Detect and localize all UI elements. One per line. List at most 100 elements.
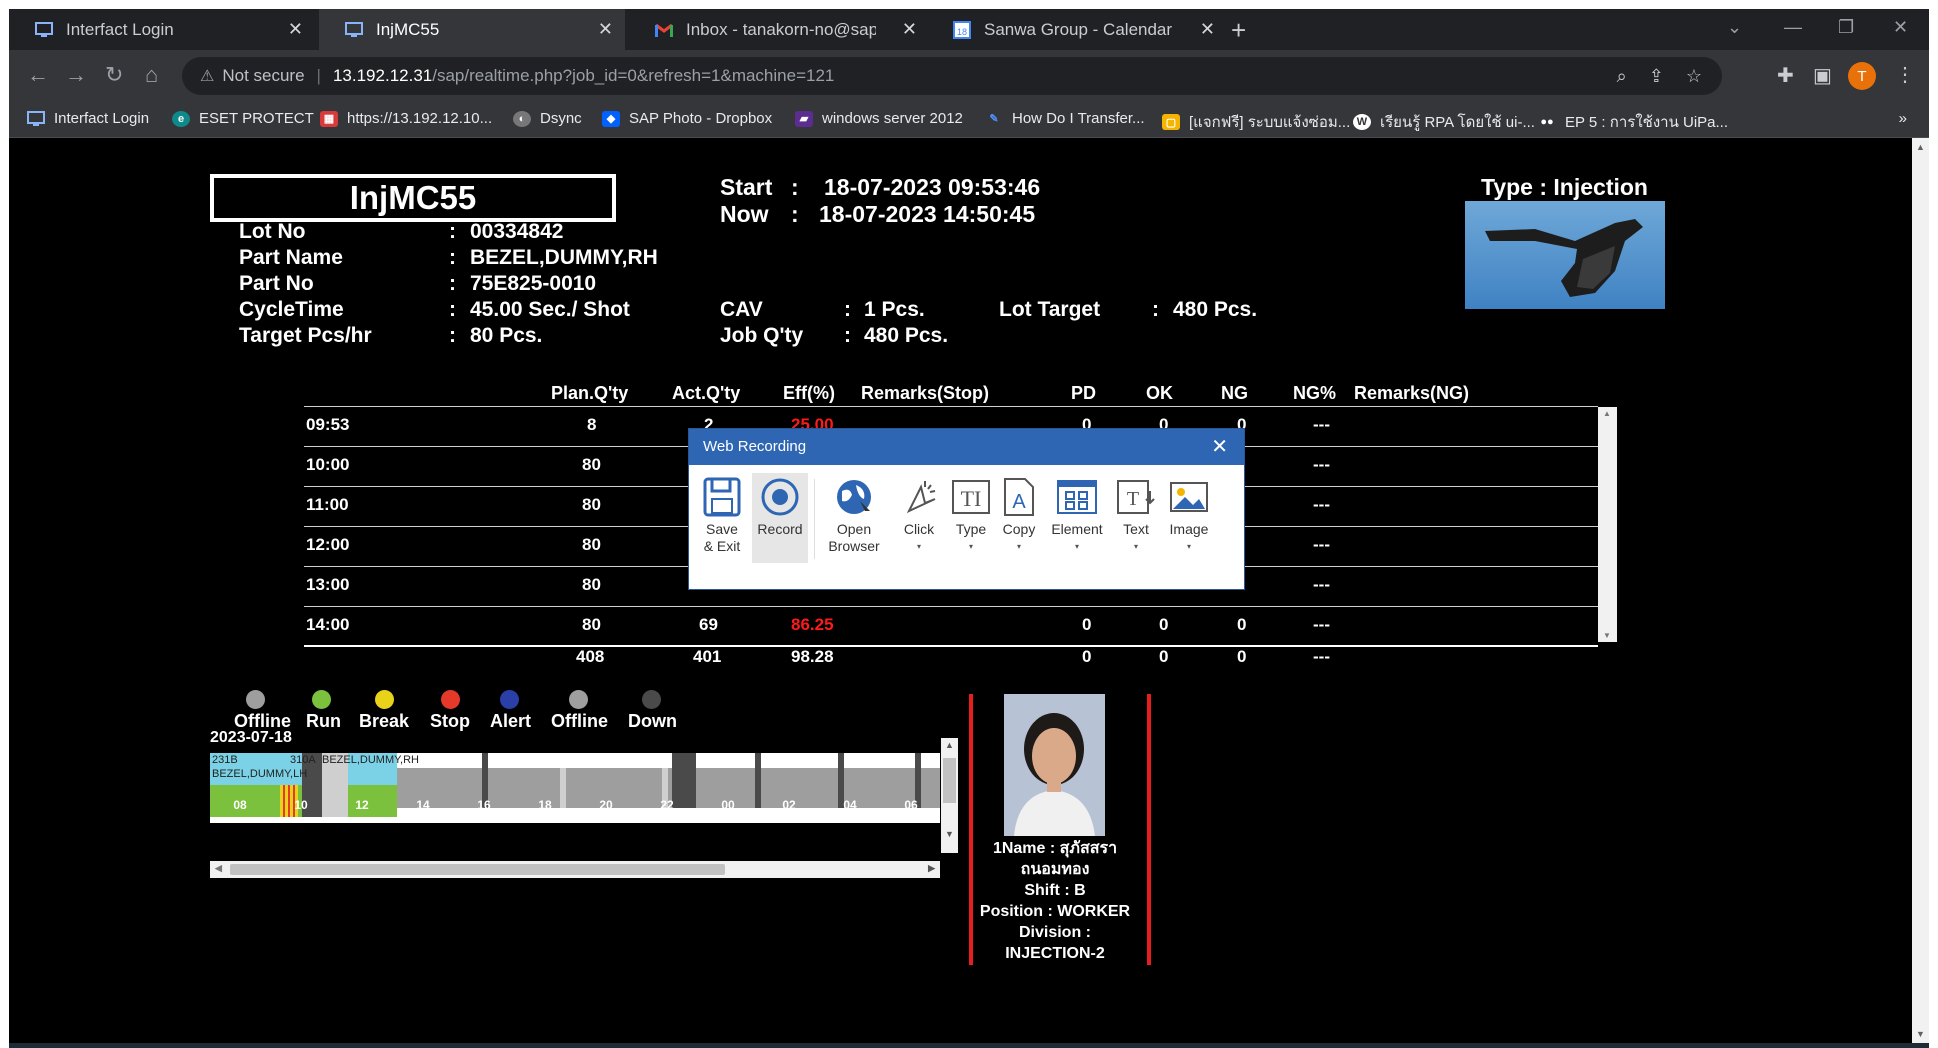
scroll-down-icon[interactable]: ▼ [1916, 1029, 1925, 1039]
bookmark-label: เรียนรู้ RPA โดยใช้ ui-... [1380, 114, 1535, 131]
timeline-date: 2023-07-18 [210, 729, 292, 746]
bookmark-item[interactable]: e ESET PROTECT [172, 110, 314, 127]
scroll-up-icon[interactable]: ▲ [1603, 409, 1611, 418]
restore-button[interactable]: ❐ [1838, 17, 1854, 38]
type-text-icon: TI [951, 473, 991, 517]
chevron-down-icon[interactable]: ▾ [1164, 538, 1214, 555]
close-tab-icon[interactable]: ✕ [902, 19, 917, 40]
tab-search-icon[interactable]: ⌄ [1727, 17, 1742, 38]
star-icon[interactable]: ☆ [1686, 66, 1702, 87]
close-window-button[interactable]: ✕ [1893, 17, 1908, 38]
home-icon[interactable]: ⌂ [145, 62, 158, 88]
offline-segment [560, 768, 566, 808]
more-bookmarks-button[interactable]: » [1899, 110, 1907, 127]
minimize-button[interactable]: — [1784, 17, 1802, 38]
scroll-thumb[interactable] [230, 864, 725, 875]
stop-dot [441, 690, 460, 709]
scroll-left-icon[interactable]: ◀ [215, 863, 222, 874]
bookmark-item[interactable]: W เรียนรู้ RPA โดยใช้ ui-... [1353, 110, 1535, 134]
scroll-down-icon[interactable]: ▼ [1603, 631, 1611, 640]
part-no-colon: : [449, 272, 456, 295]
profile-avatar[interactable]: T [1848, 62, 1876, 90]
page-bottom-bar [9, 1043, 1929, 1048]
windows-server-icon: ▰ [795, 110, 813, 127]
type-button[interactable]: TI Type ▾ [951, 473, 991, 555]
scroll-thumb[interactable] [943, 758, 956, 803]
tab-interfact-login[interactable]: Interfact Login ✕ [9, 9, 315, 50]
scroll-right-icon[interactable]: ▶ [928, 863, 935, 874]
timeline-horizontal-scrollbar[interactable]: ◀ ▶ [210, 861, 940, 878]
share-icon[interactable]: ⇪ [1649, 66, 1664, 87]
save-exit-button[interactable]: Save & Exit [701, 473, 743, 555]
bookmark-label: EP 5 : การใช้งาน UiPa... [1565, 114, 1729, 131]
cav-colon: : [844, 298, 851, 321]
bookmark-item[interactable]: ●● EP 5 : การใช้งาน UiPa... [1538, 110, 1728, 134]
col-eff: Eff(%) [783, 383, 835, 403]
bookmark-item[interactable]: ◐ Dsync [513, 110, 582, 127]
scroll-down-icon[interactable]: ▼ [945, 829, 954, 839]
machine-type: Type : Injection [1481, 174, 1648, 200]
chevron-down-icon[interactable]: ▾ [951, 538, 991, 555]
target-label: Target Pcs/hr [239, 324, 372, 347]
bookmark-item[interactable]: Interfact Login [27, 110, 149, 127]
timeline-label: BEZEL,DUMMY,RH [322, 754, 419, 766]
close-tab-icon[interactable]: ✕ [1200, 19, 1215, 40]
record-button[interactable]: Record [752, 473, 808, 563]
close-icon[interactable]: ✕ [1211, 429, 1228, 465]
close-tab-icon[interactable]: ✕ [288, 19, 303, 40]
scroll-up-icon[interactable]: ▲ [945, 740, 954, 750]
browser-toolbar: ← → ↻ ⌂ ⚠ Not secure | 13.192.12.31 /sap… [9, 50, 1929, 102]
table-scrollbar[interactable]: ▲ ▼ [1598, 407, 1617, 642]
bookmark-item[interactable]: ✎ How Do I Transfer... [985, 110, 1144, 127]
chevron-down-icon[interactable]: ▾ [899, 538, 939, 555]
forward-icon[interactable]: → [65, 62, 87, 88]
reload-icon[interactable]: ↻ [105, 62, 123, 88]
col-ok: OK [1146, 383, 1173, 403]
row-eff: 86.25 [791, 615, 834, 634]
gmail-icon [654, 21, 674, 39]
worker-panel-border [1147, 694, 1151, 965]
row-ng-percent: --- [1313, 495, 1330, 514]
tab-injmc55[interactable]: InjMC55 ✕ [319, 9, 625, 50]
zoom-icon[interactable]: ⌕ [1617, 66, 1627, 87]
chevron-down-icon[interactable]: ▾ [1047, 538, 1107, 555]
bookmark-item[interactable]: ◆ SAP Photo - Dropbox [602, 110, 772, 127]
extensions-icon[interactable]: ✚ [1777, 63, 1794, 88]
medium-icon: ●● [1540, 116, 1554, 128]
jobqty-colon: : [844, 324, 851, 347]
chevron-down-icon[interactable]: ▾ [1116, 538, 1156, 555]
open-browser-button[interactable]: Open Browser [822, 473, 886, 555]
bookmark-item[interactable]: ▰ windows server 2012 [795, 110, 963, 127]
row-pd: 0 [1082, 615, 1092, 634]
page-scrollbar[interactable]: ▲ ▼ [1912, 138, 1929, 1043]
close-tab-icon[interactable]: ✕ [598, 19, 613, 40]
part-no-label: Part No [239, 272, 314, 295]
monitor-icon [344, 21, 364, 39]
address-bar[interactable]: ⚠ Not secure | 13.192.12.31 /sap/realtim… [182, 57, 1722, 95]
chevron-down-icon[interactable]: ▾ [999, 538, 1039, 555]
web-recording-dialog: Web Recording ✕ Save & Exit Record Open … [688, 428, 1245, 590]
calendar-icon: 18 [952, 20, 972, 39]
cav-value: 1 Pcs. [864, 298, 925, 321]
new-tab-button[interactable]: + [1231, 15, 1246, 46]
back-icon[interactable]: ← [27, 62, 49, 88]
element-button[interactable]: Element ▾ [1047, 473, 1107, 555]
element-label: Element [1051, 521, 1103, 537]
timeline-vertical-scrollbar[interactable]: ▲ ▼ [941, 738, 958, 853]
sidepanel-icon[interactable]: ▣ [1813, 63, 1832, 88]
click-button[interactable]: Click ▾ [899, 473, 939, 555]
tab-calendar[interactable]: 18 Sanwa Group - Calendar - Week ✕ [927, 9, 1227, 50]
timeline-chart: 231B 310A BEZEL,DUMMY,RH BEZEL,DUMMY,LH [210, 753, 940, 823]
svg-text:A: A [1012, 491, 1026, 513]
bookmark-item[interactable]: ▦ https://13.192.12.10... [320, 110, 492, 127]
menu-icon[interactable]: ⋮ [1895, 62, 1915, 87]
bookmark-item[interactable]: ▢ [แจกฟรี] ระบบแจ้งซ่อม... [1162, 110, 1350, 134]
col-remarks-ng: Remarks(NG) [1354, 383, 1470, 403]
image-button[interactable]: Image ▾ [1164, 473, 1214, 555]
copy-button[interactable]: A Copy ▾ [999, 473, 1039, 555]
address-separator: | [316, 66, 321, 85]
scroll-up-icon[interactable]: ▲ [1916, 142, 1925, 152]
text-button[interactable]: T Text ▾ [1116, 473, 1156, 555]
tab-inbox[interactable]: Inbox - tanakorn-no@sap.sanwa ✕ [629, 9, 929, 50]
element-grid-icon [1047, 473, 1107, 517]
